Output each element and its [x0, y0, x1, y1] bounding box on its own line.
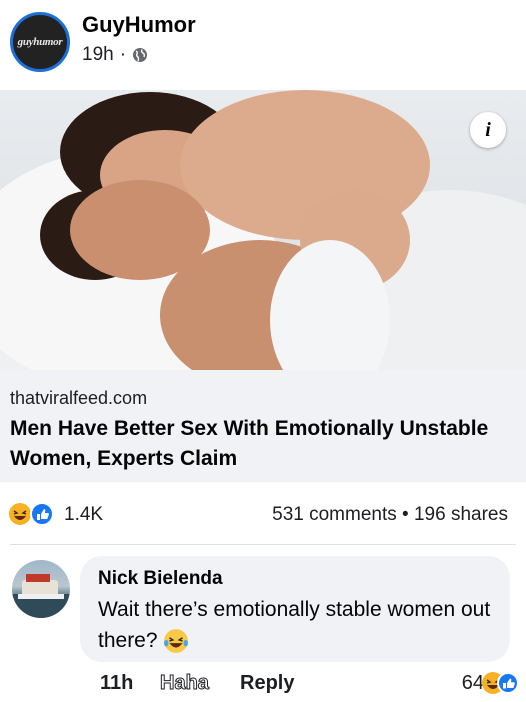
post-header: guyhumor GuyHumor 19h · — [0, 0, 526, 90]
divider — [10, 544, 516, 545]
haha-button[interactable]: Haha — [160, 672, 210, 695]
comment-author[interactable]: Nick Bielenda — [98, 568, 223, 590]
comment-time[interactable]: 11h — [100, 672, 133, 695]
stats-right: 531 comments • 196 shares — [272, 504, 508, 526]
page-avatar[interactable]: guyhumor — [10, 12, 70, 72]
boat-picture — [12, 574, 70, 618]
commenter-avatar[interactable] — [12, 560, 70, 618]
reactions-count[interactable]: 1.4K — [64, 504, 103, 526]
post-image[interactable]: i — [0, 90, 526, 370]
link-headline: Men Have Better Sex With Emotionally Uns… — [10, 417, 489, 470]
comments-count[interactable]: 531 comments — [272, 504, 397, 525]
link-domain: thatviralfeed.com — [10, 388, 148, 408]
comment-bubble: Nick Bielenda Wait there’s emotionally s… — [80, 556, 510, 662]
comment-body: Wait there’s emotionally stable women ou… — [98, 598, 491, 652]
haha-icon — [9, 503, 31, 525]
laughing-tears-emoji — [164, 629, 189, 654]
post-meta: 19h · — [82, 44, 148, 66]
post-stats: 1.4K 531 comments • 196 shares — [0, 496, 526, 536]
like-icon — [30, 502, 54, 526]
reaction-icons[interactable] — [8, 502, 60, 526]
globe-icon — [133, 48, 148, 62]
comment-reaction-icons[interactable] — [480, 670, 520, 696]
meta-separator: · — [119, 44, 127, 65]
page-name[interactable]: GuyHumor — [82, 12, 196, 38]
stats-dot: • — [402, 504, 409, 525]
comment-text: Wait there’s emotionally stable women ou… — [98, 594, 498, 656]
reply-button[interactable]: Reply — [240, 672, 294, 695]
shares-count[interactable]: 196 shares — [414, 504, 508, 525]
comment-actions: 11h Haha Reply 64 — [100, 672, 520, 698]
link-preview[interactable]: thatviralfeed.com Men Have Better Sex Wi… — [0, 370, 526, 482]
post-time[interactable]: 19h — [82, 44, 114, 66]
avatar-logo-text: guyhumor — [17, 36, 63, 48]
like-icon — [497, 672, 519, 694]
info-button[interactable]: i — [470, 112, 506, 148]
